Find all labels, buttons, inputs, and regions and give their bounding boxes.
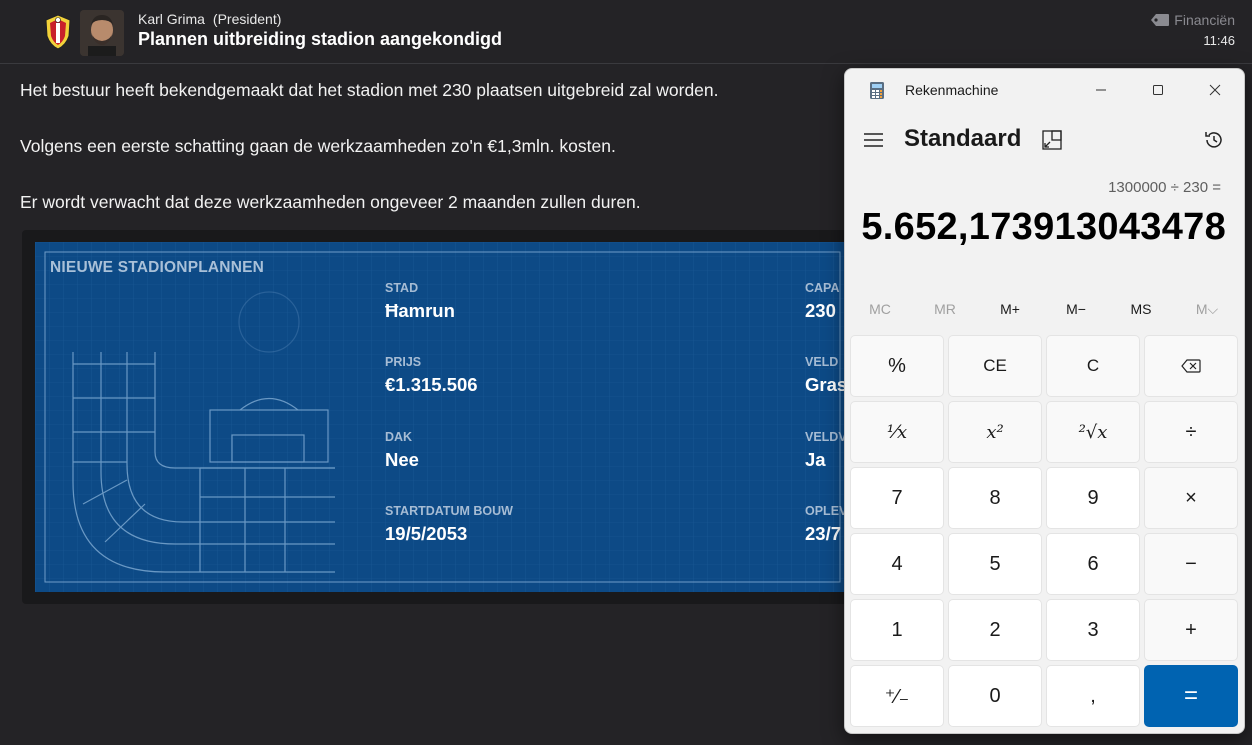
close-icon [1209,84,1221,96]
body-paragraph-2: Volgens een eerste schatting gaan de wer… [20,136,616,156]
reciprocal-key[interactable]: ¹⁄x [850,401,944,463]
history-icon[interactable] [1203,129,1225,151]
digit-8-key[interactable]: 8 [948,467,1042,529]
result-display: 5.652,173913043478 [861,206,1226,248]
field-label-veldverwarming: VELDV [805,430,847,444]
square-label: x² [986,421,1004,443]
category-label: Financiën [1174,12,1235,28]
negate-key[interactable]: ⁺⁄₋ [850,665,944,727]
field-value-veldverwarming: Ja [805,449,826,470]
category-tag[interactable]: Financiën [1151,12,1235,28]
memory-list-button[interactable]: M⌵ [1177,301,1237,318]
maximize-button[interactable] [1135,77,1181,103]
field-value-oplevering: 23/7 [805,523,842,544]
clear-key[interactable]: C [1046,335,1140,397]
memory-subtract-button[interactable]: M− [1046,301,1106,317]
percent-key[interactable]: % [850,335,944,397]
backspace-icon [1181,359,1201,373]
field-label-veld: VELD [805,355,839,369]
field-label-oplevering: OPLEV [805,504,848,518]
message-header: Karl Grima (President) Plannen uitbreidin… [0,0,1252,64]
field-label-stad: STAD [385,281,419,295]
sender-line: Karl Grima (President) [138,11,281,27]
reciprocal-label: ¹⁄x [886,421,908,443]
menu-icon[interactable] [863,131,885,149]
square-root-key[interactable]: ²√x [1046,401,1140,463]
decimal-key[interactable]: , [1046,665,1140,727]
clear-entry-key[interactable]: CE [948,335,1042,397]
digit-4-key[interactable]: 4 [850,533,944,595]
equals-key[interactable]: = [1144,665,1238,727]
plus-key[interactable]: + [1144,599,1238,661]
message-subject: Plannen uitbreiding stadion aangekondigd [138,29,503,49]
calculator-window: Rekenmachine Standaard 1300000 ÷ 230 = 5… [844,68,1245,734]
message-time: 11:46 [1203,33,1235,48]
digit-2-key[interactable]: 2 [948,599,1042,661]
digit-3-key[interactable]: 3 [1046,599,1140,661]
divide-key[interactable]: ÷ [1144,401,1238,463]
field-label-dak: DAK [385,430,413,444]
body-paragraph-1: Het bestuur heeft bekendgemaakt dat het … [20,80,719,100]
stadium-plans-card: NIEUWE STADIONPLANNEN STAD Ħamrun PRIJS … [35,242,850,592]
field-label-prijs: PRIJS [385,355,422,369]
digit-6-key[interactable]: 6 [1046,533,1140,595]
multiply-key[interactable]: × [1144,467,1238,529]
square-root-label: ²√x [1078,421,1108,443]
square-key[interactable]: x² [948,401,1042,463]
expression-display: 1300000 ÷ 230 = [1108,179,1221,196]
keep-on-top-icon[interactable] [1041,129,1063,151]
memory-recall-button[interactable]: MR [915,301,975,317]
backspace-key[interactable] [1144,335,1238,397]
sender-avatar [80,10,124,56]
sender-role: (President) [212,11,282,27]
calculator-title: Rekenmachine [905,82,999,98]
card-title: NIEUWE STADIONPLANNEN [50,259,265,276]
field-value-capaciteit: 230 [805,300,836,321]
body-paragraph-3: Er wordt verwacht dat deze werkzaamheden… [20,192,641,212]
field-value-stad: Ħamrun [385,300,455,321]
maximize-icon [1153,85,1163,95]
memory-clear-button[interactable]: MC [850,301,910,317]
digit-7-key[interactable]: 7 [850,467,944,529]
mode-bar: Standaard [845,119,1244,161]
minus-key[interactable]: − [1144,533,1238,595]
memory-store-button[interactable]: MS [1111,301,1171,317]
digit-5-key[interactable]: 5 [948,533,1042,595]
minimize-button[interactable] [1078,77,1124,103]
club-crest-icon [45,14,71,50]
digit-0-key[interactable]: 0 [948,665,1042,727]
field-value-startdatum: 19/5/2053 [385,523,468,544]
calculator-app-icon [870,82,884,99]
calculator-titlebar[interactable]: Rekenmachine [845,69,1244,109]
field-value-prijs: €1.315.506 [385,374,478,395]
field-value-dak: Nee [385,449,419,470]
sender-name: Karl Grima [138,11,205,27]
field-label-startdatum: STARTDATUM BOUW [385,504,513,518]
field-label-capaciteit: CAPA [805,281,840,295]
memory-add-button[interactable]: M+ [980,301,1040,317]
calculator-mode-title: Standaard [904,125,1022,152]
minimize-icon [1096,89,1106,91]
field-value-veld: Gras [805,374,848,395]
tag-icon [1151,14,1170,26]
close-button[interactable] [1192,77,1238,103]
digit-1-key[interactable]: 1 [850,599,944,661]
digit-9-key[interactable]: 9 [1046,467,1140,529]
